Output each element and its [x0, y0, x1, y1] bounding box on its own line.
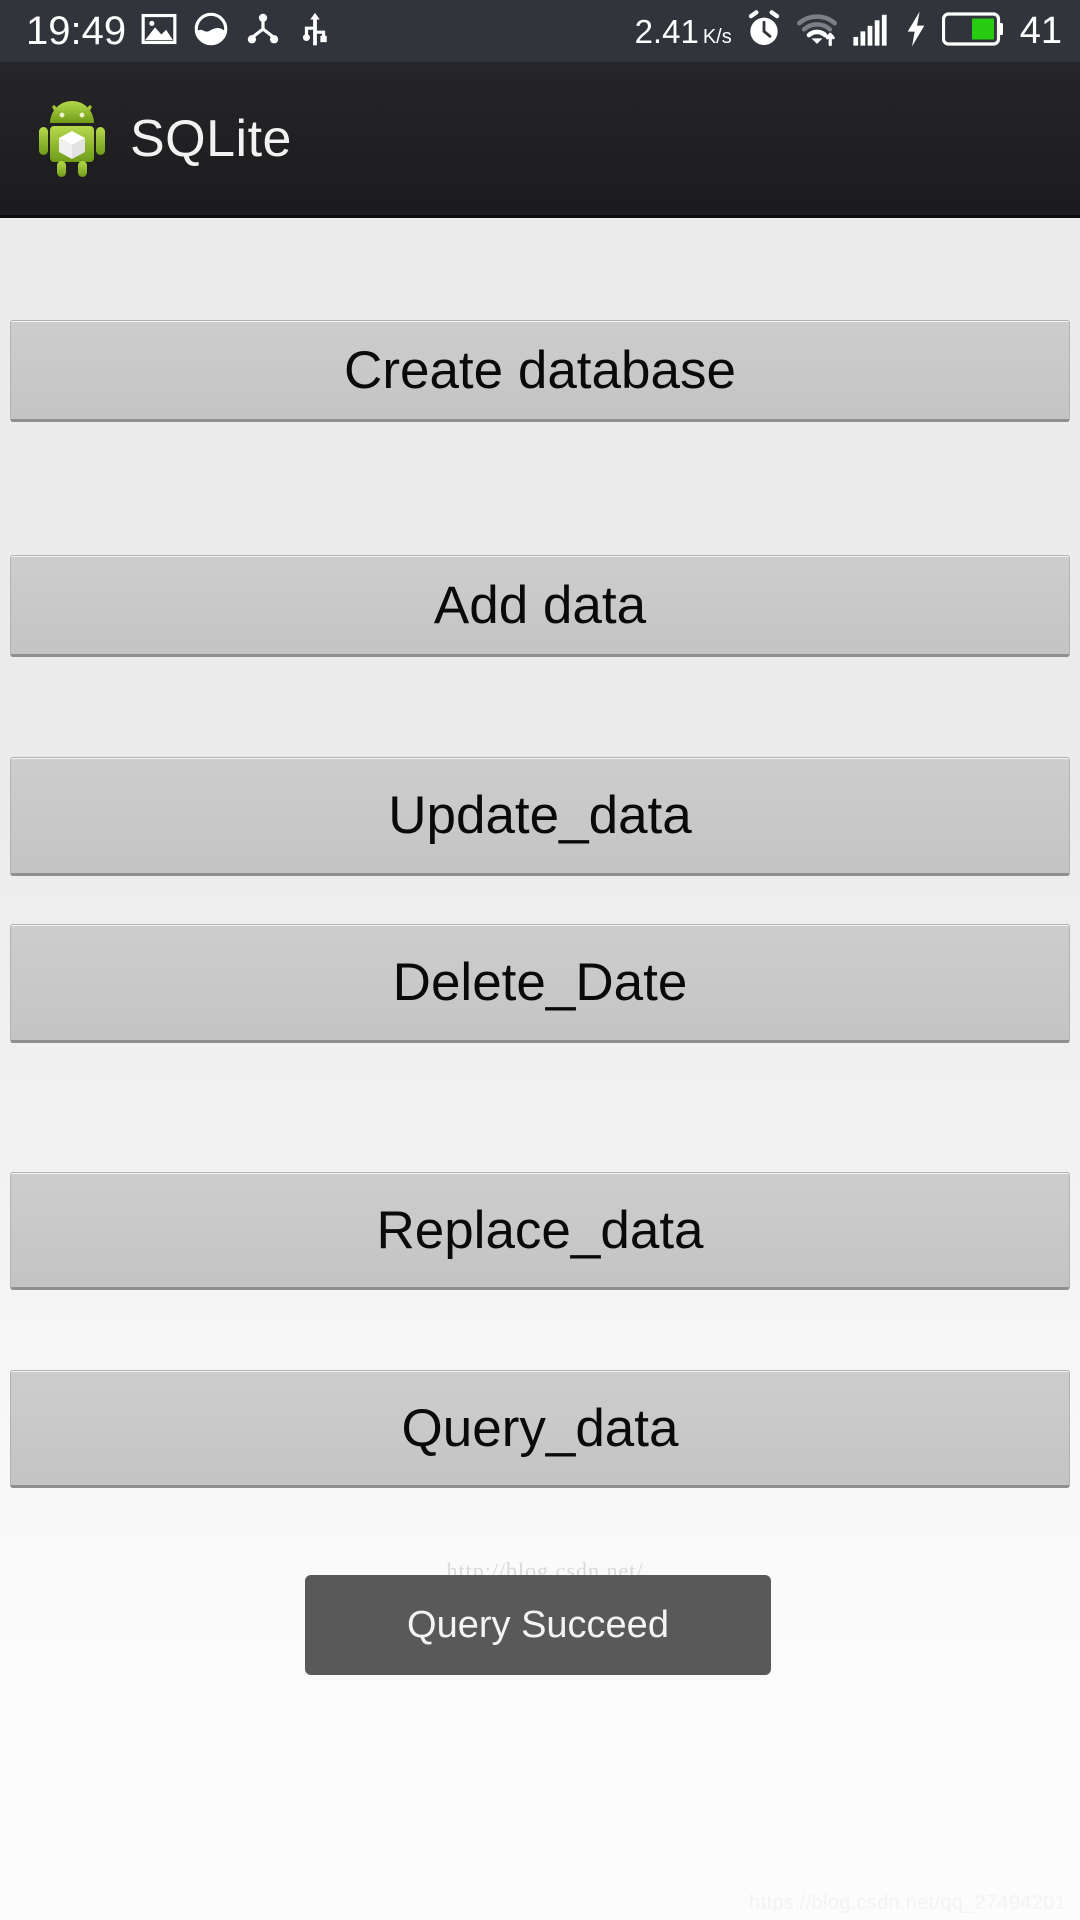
status-bar-left-group: 19:49 — [26, 10, 334, 53]
main-content: Create database Add data Update_data Del… — [0, 218, 1080, 1920]
query-data-button[interactable]: Query_data — [10, 1370, 1070, 1488]
image-icon — [140, 10, 178, 53]
charging-bolt-icon — [902, 9, 930, 54]
button-label: Create database — [344, 340, 736, 400]
wifi-icon — [796, 9, 838, 54]
network-speed-value: 2.41 — [634, 12, 699, 50]
network-speed-unit: K/s — [702, 25, 732, 48]
page-title: SQLite — [130, 109, 292, 168]
status-clock: 19:49 — [26, 9, 127, 53]
alarm-clock-icon — [744, 9, 784, 54]
toast-message: Query Succeed — [305, 1575, 771, 1675]
add-data-button[interactable]: Add data — [10, 555, 1070, 657]
battery-icon — [941, 11, 1004, 52]
action-bar: SQLite — [0, 62, 1080, 218]
toast-text: Query Succeed — [407, 1603, 669, 1646]
status-bar-right-group: 2.41 K/s 41 — [635, 9, 1062, 54]
button-label: Query_data — [401, 1398, 679, 1458]
battery-percent-label: 41 — [1019, 10, 1062, 52]
button-label: Add data — [433, 575, 647, 635]
status-bar[interactable]: 19:49 2.41 K/s 41 — [0, 0, 1080, 62]
replace-data-button[interactable]: Replace_data — [10, 1172, 1070, 1290]
update-data-button[interactable]: Update_data — [10, 757, 1070, 876]
network-speed-indicator: 2.41 K/s — [635, 15, 732, 48]
dnd-moon-icon — [192, 10, 230, 53]
signal-bars-icon — [850, 10, 890, 53]
delete-date-button[interactable]: Delete_Date — [10, 924, 1070, 1043]
create-database-button[interactable]: Create database — [10, 320, 1070, 422]
button-label: Update_data — [388, 786, 692, 845]
usb-icon — [296, 10, 334, 53]
android-robot-app-icon — [36, 93, 108, 184]
watermark-bottom: https://blog.csdn.net/qq_27494201 — [749, 1892, 1066, 1914]
button-label: Delete_Date — [392, 953, 688, 1012]
button-label: Replace_data — [376, 1200, 704, 1260]
share-nodes-icon — [244, 10, 282, 53]
